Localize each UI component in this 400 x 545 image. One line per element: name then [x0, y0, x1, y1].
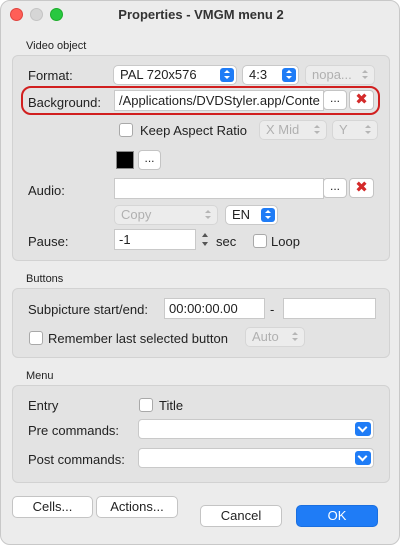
remember-checkbox[interactable]	[29, 331, 43, 345]
title-bar: Properties - VMGM menu 2	[1, 1, 399, 29]
post-commands-combo[interactable]	[138, 448, 374, 468]
menu-group-label: Menu	[26, 370, 54, 382]
pan-scan-select[interactable]: nopa...	[305, 65, 375, 85]
x-align-value: X Mid	[266, 122, 300, 137]
post-commands-label: Post commands:	[28, 452, 125, 467]
pan-scan-value: nopa...	[312, 67, 352, 82]
audio-mode-value: Copy	[121, 207, 152, 222]
y-align-value: Y	[339, 122, 348, 137]
y-align-select[interactable]: Y	[332, 120, 378, 140]
background-color-swatch[interactable]	[116, 151, 134, 169]
color-browse-button[interactable]: ...	[138, 150, 161, 170]
subpicture-separator: -	[270, 302, 275, 317]
remember-select[interactable]: Auto	[245, 327, 305, 347]
properties-window: Properties - VMGM menu 2 Video object Fo…	[0, 0, 400, 545]
chevron-updown-icon	[220, 68, 234, 82]
aspect-select[interactable]: 4:3	[242, 65, 299, 85]
audio-field[interactable]	[114, 178, 324, 199]
video-object-group-label: Video object	[26, 40, 87, 52]
pre-commands-combo[interactable]	[138, 419, 374, 439]
actions-button[interactable]: Actions...	[96, 496, 178, 518]
audio-mode-select[interactable]: Copy	[114, 205, 218, 225]
title-checkbox[interactable]	[139, 398, 153, 412]
title-label: Title	[159, 398, 184, 413]
pause-label: Pause:	[28, 234, 69, 249]
chevron-updown-icon	[289, 330, 301, 344]
window-title: Properties - VMGM menu 2	[118, 7, 284, 22]
subpicture-start-field[interactable]: 00:00:00.00	[164, 298, 265, 319]
chevron-updown-icon	[202, 208, 214, 222]
chevron-down-icon	[355, 422, 371, 436]
aspect-value: 4:3	[249, 67, 268, 82]
pre-commands-label: Pre commands:	[28, 423, 120, 438]
audio-browse-button[interactable]: ...	[323, 178, 347, 198]
pause-stepper[interactable]	[200, 230, 211, 250]
cancel-button[interactable]: Cancel	[200, 505, 282, 527]
chevron-updown-icon	[311, 123, 323, 137]
format-label: Format:	[28, 68, 73, 83]
loop-checkbox[interactable]	[253, 234, 267, 248]
chevron-updown-icon	[359, 68, 371, 82]
subpicture-end-field[interactable]	[283, 298, 376, 319]
chevron-down-icon	[355, 451, 371, 465]
audio-language-select[interactable]: EN	[225, 205, 278, 225]
chevron-updown-icon	[261, 208, 275, 222]
buttons-group-label: Buttons	[26, 273, 64, 285]
keep-aspect-checkbox[interactable]	[119, 123, 133, 137]
pause-field[interactable]: -1	[114, 229, 196, 250]
remember-label: Remember last selected button	[48, 331, 228, 346]
loop-label: Loop	[271, 234, 300, 249]
ok-button[interactable]: OK	[296, 505, 378, 527]
chevron-updown-icon	[362, 123, 374, 137]
delete-icon: ✖	[355, 178, 368, 197]
audio-label: Audio:	[28, 183, 65, 198]
remember-value: Auto	[252, 329, 279, 344]
entry-label: Entry	[28, 398, 59, 413]
audio-language-value: EN	[232, 207, 251, 222]
format-select[interactable]: PAL 720x576	[113, 65, 237, 85]
pause-unit-label: sec	[216, 234, 237, 249]
background-highlight	[21, 86, 380, 115]
format-value: PAL 720x576	[120, 67, 197, 82]
audio-clear-button[interactable]: ✖	[349, 178, 374, 198]
cells-button[interactable]: Cells...	[12, 496, 93, 518]
keep-aspect-label: Keep Aspect Ratio	[140, 123, 247, 138]
x-align-select[interactable]: X Mid	[259, 120, 327, 140]
chevron-updown-icon	[282, 68, 296, 82]
subpicture-label: Subpicture start/end:	[28, 302, 148, 317]
